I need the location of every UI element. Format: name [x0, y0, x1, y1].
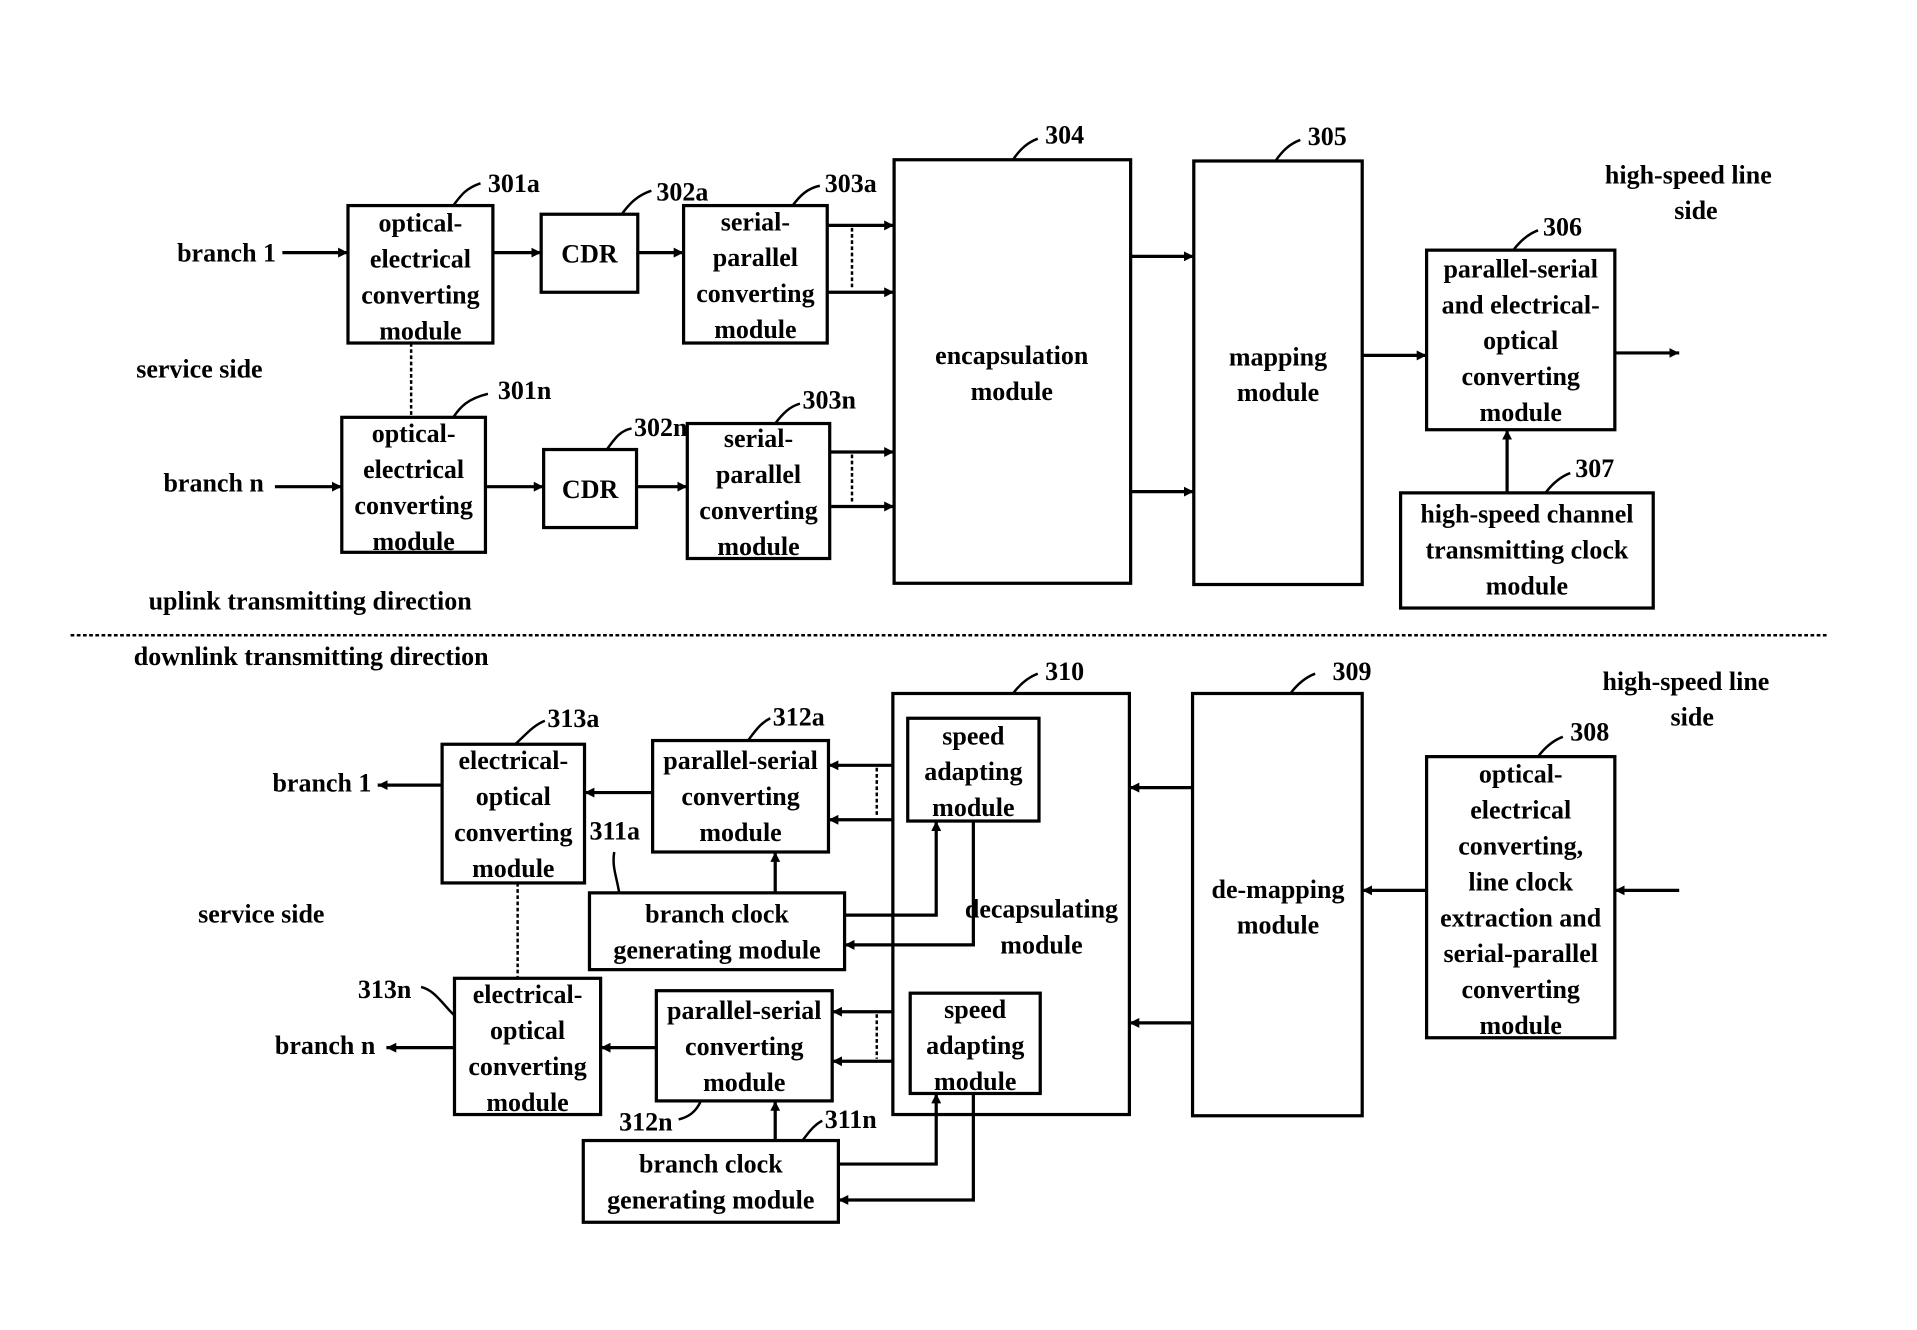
- uplink-section: high-speed line side service side uplink…: [136, 121, 1772, 616]
- ref-312n: 312n: [619, 1108, 673, 1137]
- ref-313n: 313n: [358, 975, 412, 1004]
- ref-301a: 301a: [488, 169, 540, 198]
- uplink-line-side-label-2: side: [1674, 196, 1717, 225]
- uplink-line-side-label-1: high-speed line: [1605, 160, 1772, 189]
- speed-adapting-module-a: speed adapting module: [906, 716, 1041, 823]
- de-mapping-module-309: de-mapping module 309: [1190, 657, 1371, 1118]
- serial-parallel-module-303a: serial-parallel converting module 303a: [681, 169, 877, 345]
- ref-311a: 311a: [589, 817, 640, 846]
- uplink-direction-label: uplink transmitting direction: [149, 586, 473, 615]
- parallel-serial-module-312a: parallel-serial converting module 312a: [651, 703, 831, 854]
- downlink-service-side-label: service side: [198, 900, 324, 929]
- block-diagram: high-speed line side service side uplink…: [70, 121, 1828, 1224]
- parallel-serial-module-312n: parallel-serial converting module 312n: [619, 989, 834, 1137]
- ref-303a: 303a: [825, 169, 877, 198]
- ref-305: 305: [1308, 122, 1347, 151]
- ref-301n: 301n: [498, 376, 552, 405]
- speed-adapting-module-n: speed adapting module: [908, 991, 1042, 1096]
- electrical-optical-module-313a: electrical-optical converting module 313a: [440, 704, 599, 885]
- ref-307: 307: [1575, 454, 1614, 483]
- parallel-serial-electrical-optical-module-306: parallel-serial and electrical-optical con…: [1424, 212, 1617, 432]
- ref-311n: 311n: [825, 1105, 878, 1134]
- downlink-direction-label: downlink transmitting direction: [134, 642, 489, 671]
- downlink-line-side-label-2: side: [1671, 703, 1714, 732]
- ref-302a: 302a: [656, 178, 708, 207]
- mapping-module-305: mapping module 305: [1192, 122, 1364, 587]
- downlink-branch-n-label: branch n: [275, 1031, 376, 1060]
- optical-electrical-line-clock-module-308: optical-electrical converting, line clock e…: [1424, 718, 1617, 1040]
- uplink-branch-1-label: branch 1: [177, 238, 276, 267]
- ref-310: 310: [1045, 657, 1084, 686]
- ref-312a: 312a: [773, 703, 825, 732]
- svg-text:CDR: CDR: [562, 475, 619, 504]
- optical-electrical-module-301a: optical-electrical converting module 301a: [346, 169, 540, 345]
- encapsulation-module-304: encapsulation module 304: [892, 121, 1133, 585]
- ref-302n: 302n: [634, 413, 688, 442]
- downlink-line-side-label-1: high-speed line: [1602, 667, 1769, 696]
- uplink-service-side-label: service side: [136, 355, 262, 384]
- high-speed-channel-clock-module-307: high-speed channel transmitting clock modu…: [1398, 454, 1655, 610]
- downlink-branch-1-label: branch 1: [272, 768, 371, 797]
- optical-electrical-module-301n: optical-electrical converting module 301n: [340, 376, 552, 556]
- downlink-section: downlink transmitting direction high-spe…: [134, 642, 1769, 1224]
- ref-303n: 303n: [802, 386, 856, 415]
- uplink-branch-n-label: branch n: [163, 469, 264, 498]
- ref-304: 304: [1045, 121, 1084, 150]
- ref-313a: 313a: [547, 704, 599, 733]
- ref-309: 309: [1332, 657, 1371, 686]
- svg-text:CDR: CDR: [561, 240, 618, 269]
- cdr-module-302n: CDR 302n: [542, 413, 688, 530]
- ref-308: 308: [1570, 718, 1609, 747]
- ref-306: 306: [1543, 212, 1582, 241]
- serial-parallel-module-303n: serial-parallel converting module 303n: [685, 386, 856, 561]
- electrical-optical-module-313n: electrical-optical converting module 313n: [358, 975, 603, 1117]
